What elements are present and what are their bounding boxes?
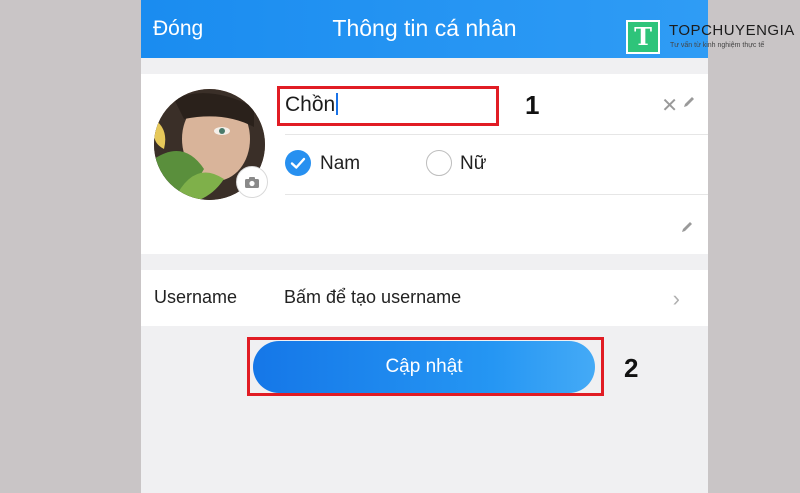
gender-selector: Nam Nữ <box>285 134 708 195</box>
gender-male-label[interactable]: Nam <box>320 153 360 175</box>
clear-icon[interactable]: ✕ <box>661 93 678 118</box>
gender-male-radio[interactable] <box>285 150 311 176</box>
step-number-2: 2 <box>624 353 639 383</box>
username-row[interactable]: Username Bấm để tạo username › <box>141 270 708 326</box>
username-label: Username <box>154 287 238 307</box>
check-icon <box>290 157 306 169</box>
camera-icon[interactable] <box>236 166 268 198</box>
edit-icon[interactable] <box>682 95 696 109</box>
gender-female-radio[interactable] <box>426 150 452 176</box>
username-value[interactable]: Bấm để tạo username <box>284 287 461 308</box>
logo-brand: TOPCHUYENGIA <box>669 22 795 39</box>
highlight-box-name <box>277 86 499 126</box>
highlight-box-update <box>247 337 604 396</box>
edit-icon[interactable] <box>680 220 694 234</box>
gender-female-label[interactable]: Nữ <box>460 153 486 175</box>
watermark-logo: T TOPCHUYENGIA Tư vấn từ kinh nghiệm thự… <box>626 20 796 56</box>
page-title: Thông tin cá nhân <box>332 15 517 41</box>
phone-screen: Đóng Thông tin cá nhân Chồn ✕ Nam Nữ Use… <box>141 0 708 493</box>
logo-tagline: Tư vấn từ kinh nghiệm thực tế <box>670 42 765 49</box>
logo-mark: T <box>626 20 660 54</box>
app-header: Đóng Thông tin cá nhân <box>141 0 708 58</box>
step-number-1: 1 <box>525 90 540 120</box>
chevron-right-icon: › <box>672 286 680 311</box>
